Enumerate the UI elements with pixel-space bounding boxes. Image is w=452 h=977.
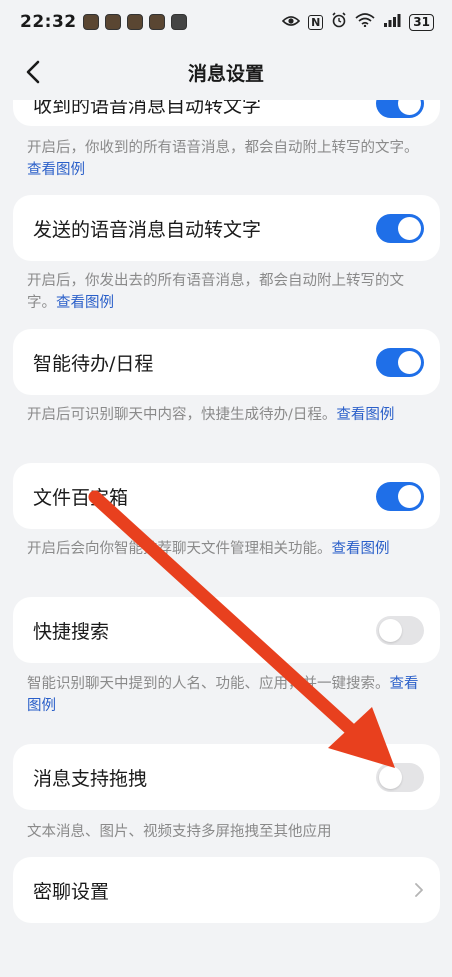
setting-label: 发送的语音消息自动转文字: [33, 218, 262, 241]
wifi-icon: [355, 13, 375, 31]
toggle-switch[interactable]: [376, 615, 424, 645]
setting-label: 文件百宝箱: [33, 486, 129, 509]
description-text: 开启后会向你智能推荐聊天文件管理相关功能。: [27, 541, 332, 557]
toggle-knob: [379, 765, 402, 789]
chevron-right-icon: [415, 883, 423, 897]
setting-sent-voice-to-text[interactable]: 发送的语音消息自动转文字: [13, 195, 440, 261]
setting-received-voice-to-text[interactable]: 收到的语音消息自动转文字: [13, 100, 440, 126]
setting-smart-todo-schedule[interactable]: 智能待办/日程: [13, 329, 440, 395]
setting-description: 文本消息、图片、视频支持多屏拖拽至其他应用: [27, 821, 429, 843]
status-left: 22:32: [20, 12, 187, 32]
view-example-link[interactable]: 查看图例: [56, 295, 114, 311]
notification-app-icon: [170, 14, 187, 30]
description-text: 开启后可识别聊天中内容，快捷生成待办/日程。: [27, 407, 337, 423]
description-text: 智能识别聊天中提到的人名、功能、应用，并一键搜索。: [27, 676, 390, 692]
chevron-left-icon: [26, 60, 40, 84]
setting-message-drag[interactable]: 消息支持拖拽: [13, 744, 440, 810]
signal-icon: [383, 13, 401, 31]
setting-quick-search[interactable]: 快捷搜索: [13, 597, 440, 663]
page-title: 消息设置: [187, 62, 264, 85]
toggle-knob: [398, 100, 421, 115]
nav-bar: 消息设置: [0, 44, 452, 100]
view-example-link[interactable]: 查看图例: [332, 541, 390, 557]
back-button[interactable]: [18, 56, 48, 88]
setting-label: 智能待办/日程: [33, 352, 154, 375]
setting-description: 智能识别聊天中提到的人名、功能、应用，并一键搜索。查看图例: [27, 673, 429, 717]
toggle-switch[interactable]: [376, 762, 424, 792]
setting-private-chat[interactable]: 密聊设置: [13, 857, 440, 923]
setting-description: 开启后可识别聊天中内容，快捷生成待办/日程。查看图例: [27, 404, 429, 426]
toggle-switch[interactable]: [376, 213, 424, 243]
toggle-knob: [398, 216, 421, 240]
battery-indicator: 31: [409, 13, 434, 31]
setting-description: 开启后会向你智能推荐聊天文件管理相关功能。查看图例: [27, 538, 429, 560]
setting-description: 开启后，你发出去的所有语音消息，都会自动附上转写的文字。查看图例: [27, 270, 429, 314]
status-right: N 31: [281, 12, 434, 32]
description-text: 文本消息、图片、视频支持多屏拖拽至其他应用: [27, 824, 332, 840]
notification-app-icon: [126, 14, 143, 30]
toggle-switch[interactable]: [376, 481, 424, 511]
alarm-icon: [331, 12, 347, 32]
notification-app-icon: [82, 14, 99, 30]
setting-label: 快捷搜索: [33, 620, 110, 643]
eye-icon: [281, 13, 301, 31]
view-example-link[interactable]: 查看图例: [27, 162, 85, 178]
view-example-link[interactable]: 查看图例: [336, 407, 394, 423]
settings-list: 收到的语音消息自动转文字 开启后，你收到的所有语音消息，都会自动附上转写的文字。…: [0, 100, 452, 977]
notification-app-icon: [148, 14, 165, 30]
notification-app-icon: [104, 14, 121, 30]
toggle-knob: [398, 484, 421, 508]
setting-label: 消息支持拖拽: [33, 767, 148, 790]
description-text: 开启后，你收到的所有语音消息，都会自动附上转写的文字。: [27, 140, 419, 156]
toggle-switch[interactable]: [376, 100, 424, 118]
nfc-icon: N: [308, 14, 324, 30]
setting-description: 开启后，你收到的所有语音消息，都会自动附上转写的文字。查看图例: [27, 137, 429, 181]
setting-file-treasure-box[interactable]: 文件百宝箱: [13, 463, 440, 529]
setting-label: 密聊设置: [33, 880, 110, 903]
status-time: 22:32: [20, 12, 77, 32]
toggle-knob: [379, 618, 402, 642]
toggle-switch[interactable]: [376, 347, 424, 377]
setting-label: 收到的语音消息自动转文字: [33, 100, 262, 117]
toggle-knob: [398, 350, 421, 374]
status-bar: 22:32 N 31: [0, 0, 452, 44]
